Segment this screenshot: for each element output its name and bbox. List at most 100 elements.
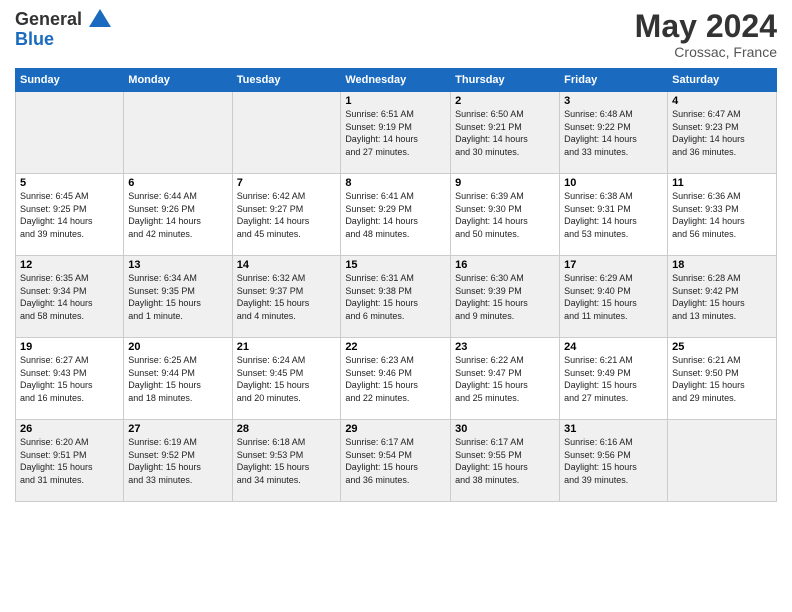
day-number: 2 [455,95,555,107]
day-number: 5 [20,177,119,189]
day-number: 16 [455,259,555,271]
day-info: Sunrise: 6:31 AM Sunset: 9:38 PM Dayligh… [345,272,446,322]
table-row: 13Sunrise: 6:34 AM Sunset: 9:35 PM Dayli… [124,256,232,338]
day-info: Sunrise: 6:19 AM Sunset: 9:52 PM Dayligh… [128,436,227,486]
day-info: Sunrise: 6:39 AM Sunset: 9:30 PM Dayligh… [455,190,555,240]
day-info: Sunrise: 6:29 AM Sunset: 9:40 PM Dayligh… [564,272,663,322]
table-row: 12Sunrise: 6:35 AM Sunset: 9:34 PM Dayli… [16,256,124,338]
day-info: Sunrise: 6:35 AM Sunset: 9:34 PM Dayligh… [20,272,119,322]
table-row: 25Sunrise: 6:21 AM Sunset: 9:50 PM Dayli… [668,338,777,420]
day-info: Sunrise: 6:44 AM Sunset: 9:26 PM Dayligh… [128,190,227,240]
table-row: 28Sunrise: 6:18 AM Sunset: 9:53 PM Dayli… [232,420,341,502]
day-info: Sunrise: 6:21 AM Sunset: 9:50 PM Dayligh… [672,354,772,404]
col-monday: Monday [124,69,232,92]
day-number: 23 [455,341,555,353]
day-number: 8 [345,177,446,189]
day-info: Sunrise: 6:50 AM Sunset: 9:21 PM Dayligh… [455,108,555,158]
day-info: Sunrise: 6:38 AM Sunset: 9:31 PM Dayligh… [564,190,663,240]
table-row: 30Sunrise: 6:17 AM Sunset: 9:55 PM Dayli… [451,420,560,502]
day-number: 1 [345,95,446,107]
day-info: Sunrise: 6:22 AM Sunset: 9:47 PM Dayligh… [455,354,555,404]
month-title: May 2024 [635,10,777,42]
page: General Blue May 2024 Crossac, France [0,0,792,612]
header: General Blue May 2024 Crossac, France [15,10,777,60]
day-number: 22 [345,341,446,353]
table-row: 6Sunrise: 6:44 AM Sunset: 9:26 PM Daylig… [124,174,232,256]
col-thursday: Thursday [451,69,560,92]
day-info: Sunrise: 6:42 AM Sunset: 9:27 PM Dayligh… [237,190,337,240]
day-info: Sunrise: 6:48 AM Sunset: 9:22 PM Dayligh… [564,108,663,158]
col-friday: Friday [560,69,668,92]
day-number: 29 [345,423,446,435]
table-row [16,92,124,174]
day-number: 17 [564,259,663,271]
day-info: Sunrise: 6:30 AM Sunset: 9:39 PM Dayligh… [455,272,555,322]
day-number: 9 [455,177,555,189]
calendar-header-row: Sunday Monday Tuesday Wednesday Thursday… [16,69,777,92]
calendar-week-row: 19Sunrise: 6:27 AM Sunset: 9:43 PM Dayli… [16,338,777,420]
title-block: May 2024 Crossac, France [635,10,777,60]
day-info: Sunrise: 6:28 AM Sunset: 9:42 PM Dayligh… [672,272,772,322]
logo-general: General [15,10,111,30]
day-info: Sunrise: 6:34 AM Sunset: 9:35 PM Dayligh… [128,272,227,322]
day-info: Sunrise: 6:32 AM Sunset: 9:37 PM Dayligh… [237,272,337,322]
day-info: Sunrise: 6:20 AM Sunset: 9:51 PM Dayligh… [20,436,119,486]
day-number: 13 [128,259,227,271]
day-info: Sunrise: 6:41 AM Sunset: 9:29 PM Dayligh… [345,190,446,240]
day-number: 4 [672,95,772,107]
table-row: 16Sunrise: 6:30 AM Sunset: 9:39 PM Dayli… [451,256,560,338]
day-number: 6 [128,177,227,189]
day-number: 30 [455,423,555,435]
day-number: 11 [672,177,772,189]
table-row [232,92,341,174]
calendar-table: Sunday Monday Tuesday Wednesday Thursday… [15,68,777,502]
day-number: 7 [237,177,337,189]
calendar-week-row: 5Sunrise: 6:45 AM Sunset: 9:25 PM Daylig… [16,174,777,256]
table-row: 29Sunrise: 6:17 AM Sunset: 9:54 PM Dayli… [341,420,451,502]
logo: General Blue [15,10,111,50]
day-info: Sunrise: 6:21 AM Sunset: 9:49 PM Dayligh… [564,354,663,404]
day-number: 24 [564,341,663,353]
day-number: 27 [128,423,227,435]
day-number: 18 [672,259,772,271]
day-info: Sunrise: 6:17 AM Sunset: 9:54 PM Dayligh… [345,436,446,486]
day-number: 21 [237,341,337,353]
table-row: 22Sunrise: 6:23 AM Sunset: 9:46 PM Dayli… [341,338,451,420]
day-info: Sunrise: 6:47 AM Sunset: 9:23 PM Dayligh… [672,108,772,158]
table-row: 8Sunrise: 6:41 AM Sunset: 9:29 PM Daylig… [341,174,451,256]
day-info: Sunrise: 6:25 AM Sunset: 9:44 PM Dayligh… [128,354,227,404]
table-row: 3Sunrise: 6:48 AM Sunset: 9:22 PM Daylig… [560,92,668,174]
table-row: 17Sunrise: 6:29 AM Sunset: 9:40 PM Dayli… [560,256,668,338]
day-number: 10 [564,177,663,189]
table-row: 24Sunrise: 6:21 AM Sunset: 9:49 PM Dayli… [560,338,668,420]
table-row: 20Sunrise: 6:25 AM Sunset: 9:44 PM Dayli… [124,338,232,420]
day-number: 3 [564,95,663,107]
day-number: 26 [20,423,119,435]
table-row: 1Sunrise: 6:51 AM Sunset: 9:19 PM Daylig… [341,92,451,174]
table-row: 14Sunrise: 6:32 AM Sunset: 9:37 PM Dayli… [232,256,341,338]
day-number: 20 [128,341,227,353]
day-number: 28 [237,423,337,435]
day-info: Sunrise: 6:18 AM Sunset: 9:53 PM Dayligh… [237,436,337,486]
table-row: 2Sunrise: 6:50 AM Sunset: 9:21 PM Daylig… [451,92,560,174]
calendar-week-row: 1Sunrise: 6:51 AM Sunset: 9:19 PM Daylig… [16,92,777,174]
day-number: 14 [237,259,337,271]
day-info: Sunrise: 6:36 AM Sunset: 9:33 PM Dayligh… [672,190,772,240]
col-wednesday: Wednesday [341,69,451,92]
table-row: 23Sunrise: 6:22 AM Sunset: 9:47 PM Dayli… [451,338,560,420]
table-row: 4Sunrise: 6:47 AM Sunset: 9:23 PM Daylig… [668,92,777,174]
day-info: Sunrise: 6:27 AM Sunset: 9:43 PM Dayligh… [20,354,119,404]
table-row [668,420,777,502]
table-row: 15Sunrise: 6:31 AM Sunset: 9:38 PM Dayli… [341,256,451,338]
table-row: 21Sunrise: 6:24 AM Sunset: 9:45 PM Dayli… [232,338,341,420]
location-title: Crossac, France [635,44,777,60]
day-info: Sunrise: 6:24 AM Sunset: 9:45 PM Dayligh… [237,354,337,404]
table-row: 5Sunrise: 6:45 AM Sunset: 9:25 PM Daylig… [16,174,124,256]
table-row: 7Sunrise: 6:42 AM Sunset: 9:27 PM Daylig… [232,174,341,256]
table-row: 31Sunrise: 6:16 AM Sunset: 9:56 PM Dayli… [560,420,668,502]
table-row: 27Sunrise: 6:19 AM Sunset: 9:52 PM Dayli… [124,420,232,502]
day-number: 15 [345,259,446,271]
calendar-week-row: 26Sunrise: 6:20 AM Sunset: 9:51 PM Dayli… [16,420,777,502]
table-row [124,92,232,174]
day-info: Sunrise: 6:45 AM Sunset: 9:25 PM Dayligh… [20,190,119,240]
